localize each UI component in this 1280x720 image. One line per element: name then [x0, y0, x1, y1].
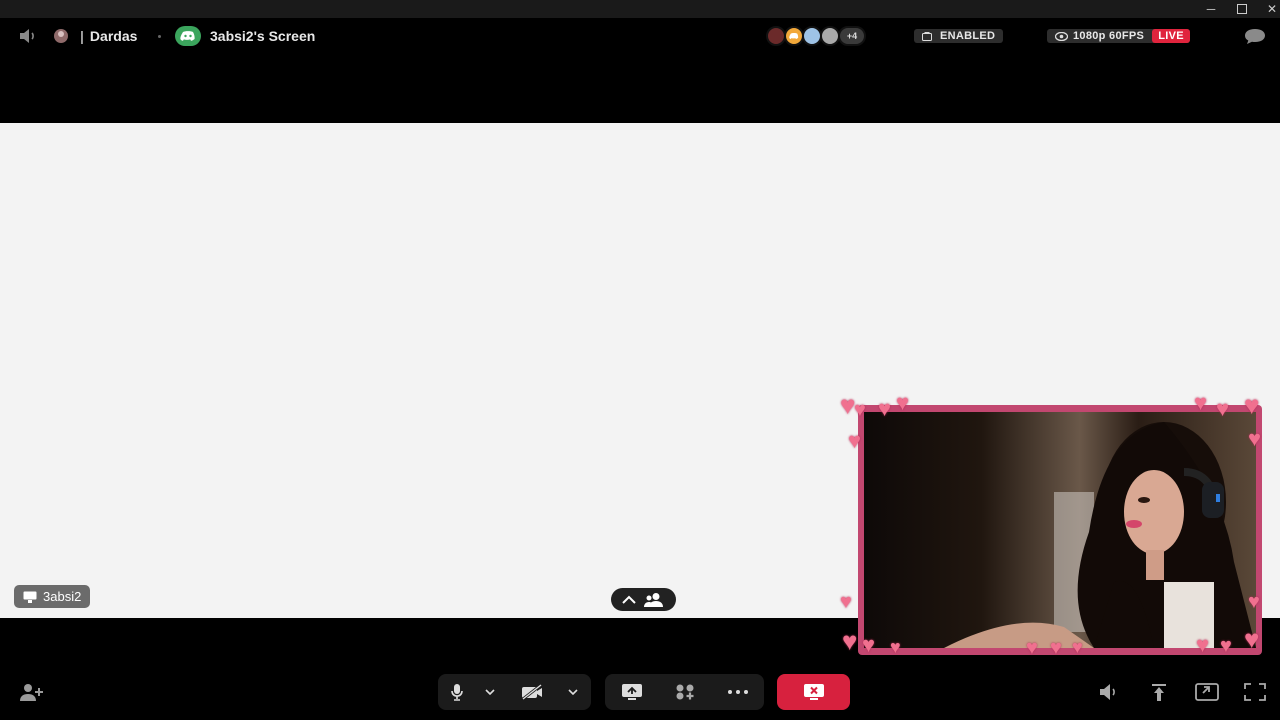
- chevron-down-icon: [485, 689, 495, 695]
- end-call-icon: [803, 684, 824, 700]
- microphone-icon: [451, 684, 463, 701]
- maximize-icon: [1237, 4, 1247, 14]
- server-avatar[interactable]: [53, 18, 69, 54]
- fullscreen-button[interactable]: [1241, 678, 1269, 706]
- screen-share-title: 3absi2's Screen: [175, 18, 315, 54]
- volume-button[interactable]: [1094, 678, 1122, 706]
- channel-title: | Dardas: [80, 18, 137, 54]
- window-titlebar: [0, 0, 1280, 18]
- heart-decoration: ♥: [1216, 396, 1230, 421]
- live-badge: LIVE: [1152, 29, 1190, 43]
- viewer-avatar: [802, 26, 822, 46]
- stream-quality-badge[interactable]: 1080p 60FPS LIVE: [1047, 29, 1190, 43]
- popout-button[interactable]: [1193, 678, 1221, 706]
- add-user-icon: [20, 684, 43, 701]
- collapse-participants-button[interactable]: [611, 588, 676, 611]
- pin-button[interactable]: [1145, 678, 1173, 706]
- heart-decoration: ♥: [1072, 637, 1083, 657]
- heart-decoration: ♥: [854, 399, 866, 421]
- speaker-icon: [20, 29, 34, 43]
- activities-button[interactable]: [667, 674, 703, 710]
- invite-button[interactable]: [18, 678, 46, 706]
- header-volume-button[interactable]: [18, 18, 38, 54]
- minimize-button[interactable]: ─: [1196, 0, 1226, 18]
- more-icon: [727, 690, 748, 694]
- heart-decoration: ♥: [840, 591, 852, 613]
- heart-decoration: ♥: [878, 396, 892, 421]
- call-header: | Dardas 3absi2's Screen +4 ENABLED 1080…: [0, 18, 1280, 54]
- heart-decoration: ♥: [1248, 591, 1260, 613]
- viewer-avatar: [766, 26, 786, 46]
- audio-video-controls: [438, 674, 591, 710]
- heart-decoration: ♥: [896, 390, 910, 415]
- screen-title: 3absi2's Screen: [210, 28, 316, 44]
- server-avatar-icon: [54, 29, 68, 43]
- chevron-down-icon: [568, 689, 578, 695]
- close-icon: ✕: [1266, 2, 1278, 16]
- heart-decoration: ♥: [842, 626, 858, 656]
- more-options-button[interactable]: [720, 674, 756, 710]
- eye-icon: [1055, 31, 1068, 41]
- stream-icon: [922, 31, 932, 41]
- extra-viewers-count: +4: [838, 26, 866, 46]
- camera-off-icon: [521, 684, 542, 700]
- streamer-name: 3absi2: [43, 589, 82, 604]
- popout-icon: [1195, 683, 1219, 701]
- discord-icon: [175, 26, 201, 46]
- heart-decoration: ♥: [1220, 635, 1232, 657]
- disconnect-button[interactable]: [777, 674, 850, 710]
- mic-options-button[interactable]: [476, 674, 504, 710]
- volume-icon: [1100, 684, 1115, 700]
- heart-decoration: ♥: [862, 632, 876, 657]
- channel-name: Dardas: [89, 28, 138, 44]
- screen-share-icon: [621, 684, 642, 700]
- webcam-video: [864, 412, 1256, 648]
- streamer-name-tag: 3absi2: [14, 585, 91, 608]
- pin-icon: [1152, 684, 1166, 701]
- viewer-avatars[interactable]: +4: [766, 26, 866, 46]
- camera-button[interactable]: [504, 674, 559, 710]
- camera-options-button[interactable]: [559, 674, 587, 710]
- separator-dot: [158, 35, 161, 38]
- viewer-avatar: [820, 26, 840, 46]
- mic-button[interactable]: [438, 674, 476, 710]
- heart-decoration: ♥: [1196, 632, 1210, 657]
- share-screen-button[interactable]: [614, 674, 650, 710]
- heart-decoration: ♥: [1026, 637, 1038, 659]
- close-window-button[interactable]: ✕: [1257, 0, 1280, 18]
- participants-icon: [643, 592, 663, 607]
- heart-decoration: ♥: [1244, 624, 1260, 654]
- minimize-icon: ─: [1206, 2, 1216, 16]
- enabled-label: ENABLED: [940, 30, 996, 42]
- heart-decoration: ♥: [1050, 637, 1062, 659]
- maximize-button[interactable]: [1227, 0, 1257, 18]
- heart-decoration: ♥: [1194, 390, 1208, 415]
- webcam-overlay[interactable]: ♥ ♥ ♥ ♥ ♥ ♥ ♥ ♥ ♥ ♥ ♥ ♥ ♥ ♥ ♥ ♥ ♥ ♥ ♥ ♥: [840, 392, 1280, 667]
- heart-decoration: ♥: [1244, 390, 1260, 420]
- title-divider: |: [80, 28, 84, 44]
- viewer-avatar-discord: [784, 26, 804, 46]
- webcam-person-image: [944, 422, 1256, 648]
- enabled-badge[interactable]: ENABLED: [914, 29, 1004, 43]
- heart-decoration: ♥: [1248, 426, 1262, 451]
- heart-decoration: ♥: [890, 637, 901, 657]
- quality-label: 1080p 60FPS: [1073, 30, 1145, 42]
- chevron-up-icon: [622, 595, 636, 604]
- chat-bubble-icon: [1245, 29, 1265, 44]
- share-activity-controls: [605, 674, 764, 710]
- heart-decoration: ♥: [848, 428, 862, 453]
- fullscreen-icon: [1244, 683, 1266, 701]
- chat-button[interactable]: [1243, 18, 1267, 54]
- screen-icon: [23, 591, 37, 603]
- activity-icon: [676, 684, 693, 700]
